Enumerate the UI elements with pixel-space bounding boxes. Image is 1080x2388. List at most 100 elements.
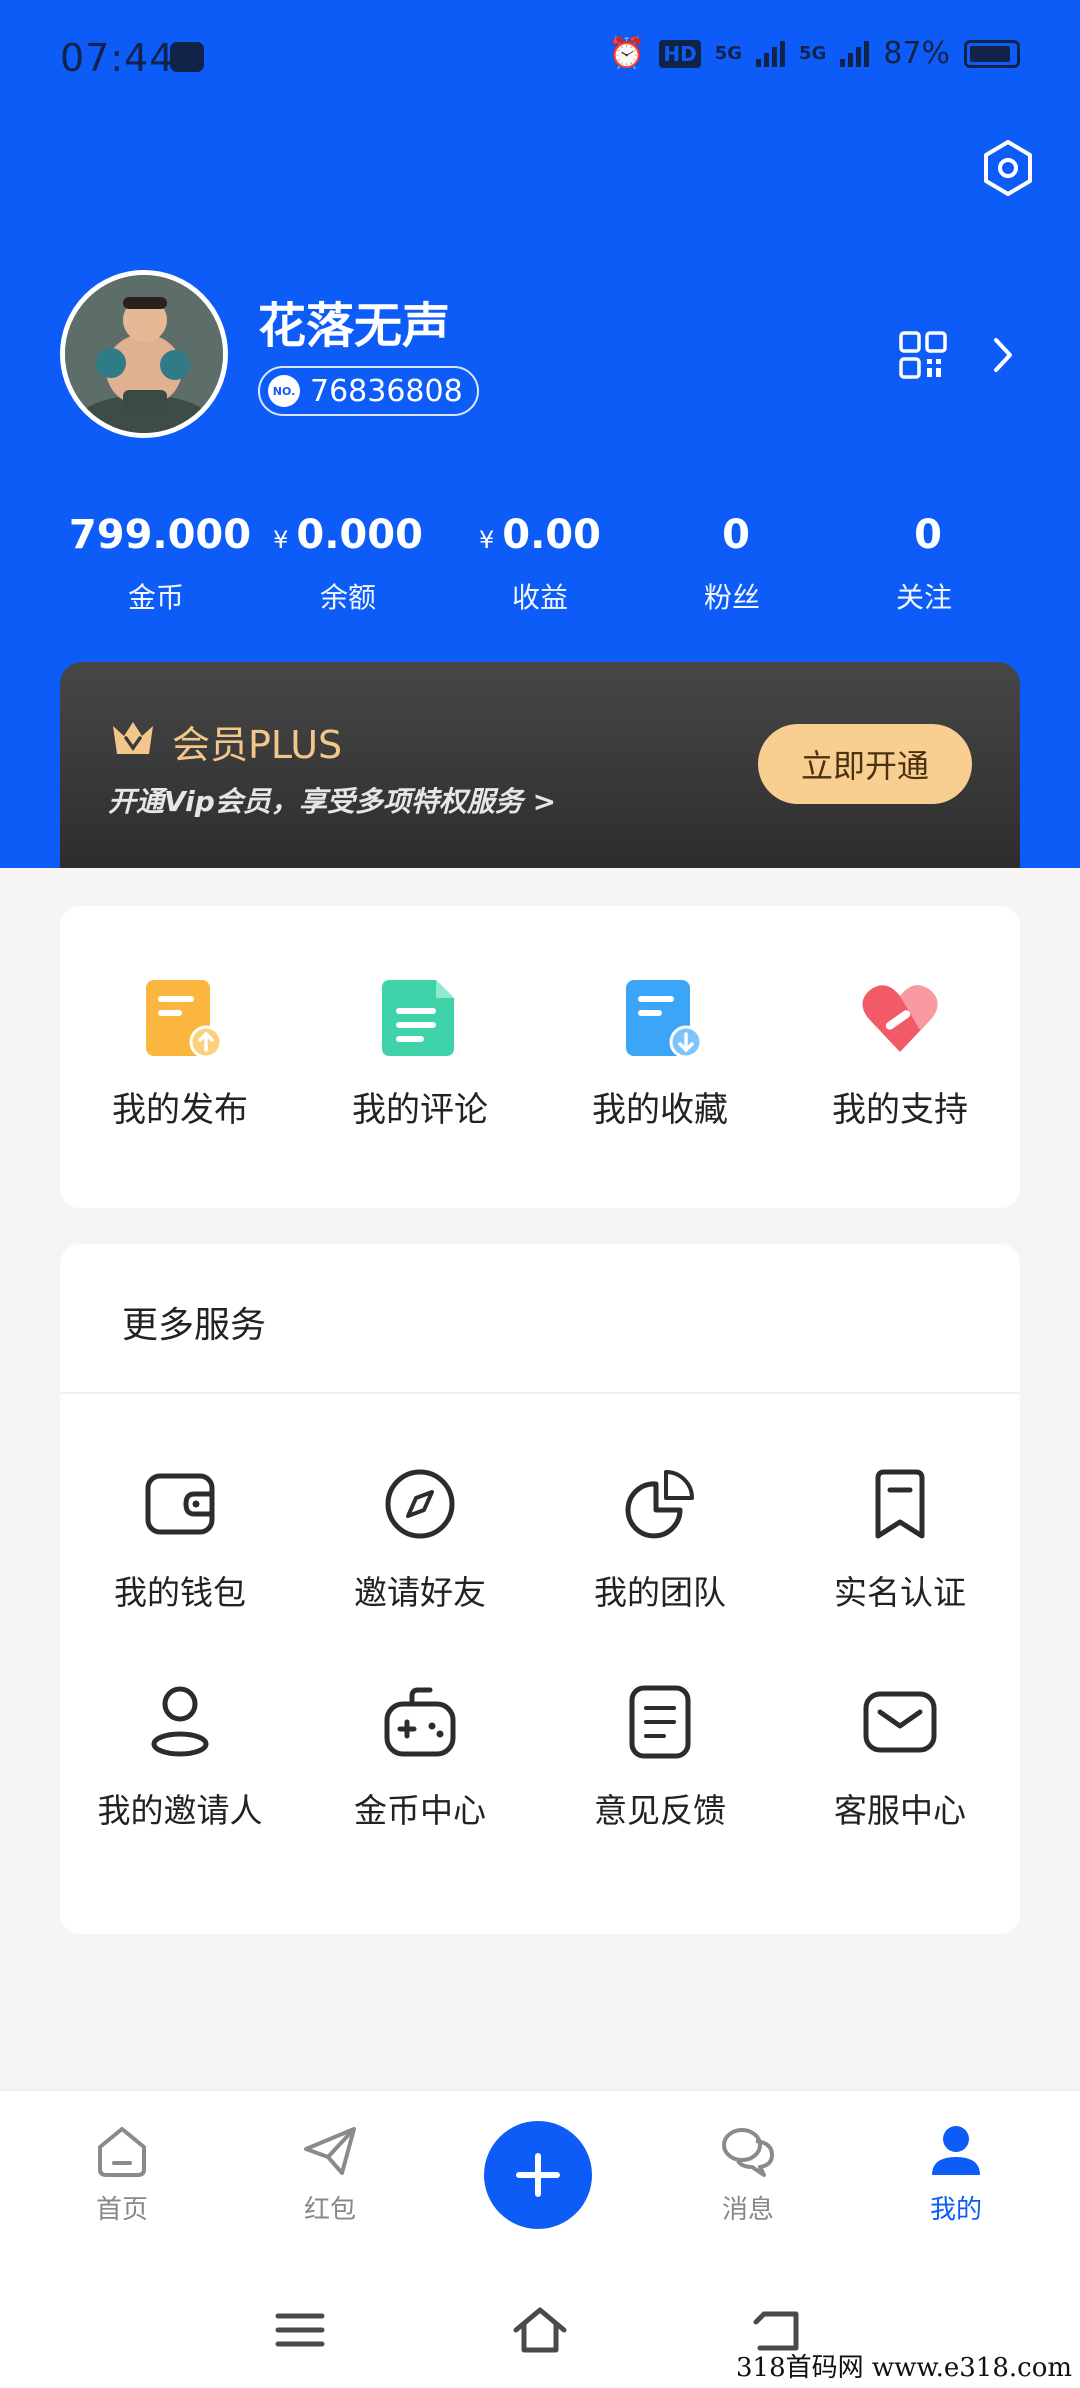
service-feedback[interactable]: 意见反馈 — [540, 1684, 780, 1832]
user-id-badge[interactable]: NO. 76836808 — [258, 366, 479, 416]
profile-page: 07:44 ⏰ HD 5G 5G 87% 花落无声 NO. 76836808 7… — [0, 0, 1080, 2388]
person-icon — [151, 1686, 209, 1757]
currency-symbol: ¥ — [273, 526, 289, 554]
service-label: 我的邀请人 — [97, 1791, 263, 1830]
service-label: 金币中心 — [354, 1791, 486, 1830]
stat-following[interactable]: 0 关注 — [828, 505, 1020, 616]
battery-percent: 87% — [883, 36, 950, 71]
tab-label: 红包 — [303, 2195, 356, 2225]
service-verification[interactable]: 实名认证 — [780, 1466, 1020, 1614]
stat-value: ¥0.000 — [252, 505, 444, 570]
quick-label: 我的发布 — [112, 1090, 248, 1130]
alarm-icon: ⏰ — [607, 36, 646, 71]
stat-label: 粉丝 — [703, 581, 760, 614]
service-my-team[interactable]: 我的团队 — [540, 1466, 780, 1614]
vip-banner[interactable]: 会员PLUS 开通Vip会员，享受多项特权服务 > 立即开通 — [60, 662, 1020, 868]
tab-label: 我的 — [929, 2195, 982, 2225]
stat-value: 0 — [828, 505, 1020, 570]
favorite-doc-icon — [626, 980, 702, 1059]
stat-number: 0.000 — [296, 512, 423, 558]
service-customer-support[interactable]: 客服中心 — [780, 1684, 1020, 1832]
service-label: 我的团队 — [594, 1573, 726, 1612]
status-time: 07:44 — [60, 36, 175, 80]
id-icon: NO. — [268, 375, 300, 407]
network-label-2: 5G — [799, 43, 827, 64]
service-wallet[interactable]: 我的钱包 — [60, 1466, 300, 1614]
stat-number: 0 — [722, 512, 750, 558]
stat-coins[interactable]: 799.000 金币 — [60, 505, 252, 616]
stat-number: 0.00 — [502, 512, 601, 558]
stat-balance[interactable]: ¥0.000 余额 — [252, 505, 444, 616]
quick-item-comments[interactable]: 我的评论 — [300, 976, 540, 1208]
open-vip-button[interactable]: 立即开通 — [758, 724, 972, 804]
signal-icon-2 — [840, 40, 870, 67]
status-bar: 07:44 ⏰ HD 5G 5G 87% — [0, 0, 1080, 120]
service-label: 客服中心 — [834, 1791, 966, 1830]
service-my-inviter[interactable]: 我的邀请人 — [60, 1684, 300, 1832]
wallet-icon — [145, 1473, 215, 1535]
service-label: 邀请好友 — [354, 1573, 486, 1612]
stat-earnings[interactable]: ¥0.00 收益 — [444, 505, 636, 616]
gamepad-icon — [384, 1687, 456, 1757]
stat-value: ¥0.00 — [444, 505, 636, 570]
tab-red-packet[interactable]: 红包 — [260, 2123, 400, 2226]
system-nav-bar: 318首码网 www.e318.com — [0, 2270, 1080, 2388]
service-coin-center[interactable]: 金币中心 — [300, 1684, 540, 1832]
currency-symbol: ¥ — [479, 526, 495, 554]
publish-doc-icon — [146, 980, 222, 1059]
paper-plane-icon — [304, 2127, 356, 2175]
battery-icon — [964, 39, 1020, 68]
stat-value: 0 — [636, 505, 828, 570]
crown-icon — [113, 722, 153, 754]
chat-icon — [722, 2128, 774, 2177]
username: 花落无声 — [258, 298, 451, 354]
avatar[interactable] — [60, 270, 228, 438]
stat-value: 799.000 — [60, 505, 252, 570]
quick-item-publish[interactable]: 我的发布 — [60, 976, 300, 1208]
quick-label: 我的支持 — [832, 1090, 968, 1130]
signal-icon — [756, 40, 785, 67]
notification-icon — [170, 42, 204, 72]
quick-actions-card: 我的发布 我的评论 我的收藏 我的支持 — [60, 906, 1020, 1208]
plus-icon — [516, 2153, 560, 2197]
tab-messages[interactable]: 消息 — [678, 2123, 818, 2226]
tab-label: 首页 — [95, 2195, 148, 2225]
avatar-image — [65, 275, 223, 433]
vip-subtitle[interactable]: 开通Vip会员，享受多项特权服务 > — [108, 780, 556, 820]
service-label: 我的钱包 — [114, 1573, 246, 1612]
qr-code-icon[interactable] — [898, 330, 948, 380]
stats-row: 799.000 金币 ¥0.000 余额 ¥0.00 收益 0 粉丝 0 关注 — [60, 505, 1020, 616]
note-icon — [629, 1685, 691, 1759]
divider — [60, 1392, 1020, 1394]
chevron-right-icon[interactable] — [988, 334, 1018, 376]
tab-mine[interactable]: 我的 — [886, 2123, 1026, 2226]
quick-item-favorites[interactable]: 我的收藏 — [540, 976, 780, 1208]
heart-icon — [862, 985, 938, 1052]
pie-chart-icon — [625, 1470, 694, 1539]
bottom-tab-bar: 首页 红包 消息 我的 — [0, 2090, 1080, 2270]
quick-label: 我的评论 — [352, 1090, 488, 1130]
status-indicators: ⏰ HD 5G 5G 87% — [608, 36, 1020, 71]
tab-label: 消息 — [721, 2195, 774, 2225]
watermark-text: 318首码网 www.e318.com — [736, 2353, 1072, 2383]
stat-label: 收益 — [511, 581, 568, 614]
stat-number: 799.000 — [68, 512, 252, 558]
stat-label: 金币 — [127, 581, 184, 614]
network-label-1: 5G — [714, 43, 742, 64]
create-post-button[interactable] — [484, 2121, 592, 2229]
bookmark-icon — [875, 1469, 925, 1539]
tab-home[interactable]: 首页 — [52, 2123, 192, 2226]
quick-label: 我的收藏 — [592, 1090, 728, 1130]
menu-icon[interactable] — [270, 2302, 330, 2358]
home-nav-icon[interactable] — [510, 2302, 570, 2358]
service-invite-friends[interactable]: 邀请好友 — [300, 1466, 540, 1614]
stat-label: 关注 — [895, 581, 952, 614]
stat-followers[interactable]: 0 粉丝 — [636, 505, 828, 616]
compass-icon — [385, 1469, 455, 1539]
user-icon — [932, 2126, 980, 2175]
quick-item-support[interactable]: 我的支持 — [780, 976, 1020, 1208]
settings-icon[interactable] — [978, 138, 1038, 198]
service-label: 实名认证 — [834, 1573, 966, 1612]
comment-doc-icon — [382, 980, 454, 1056]
services-grid: 我的钱包 邀请好友 我的团队 实名认证 我的邀请人 金币中心 意见反馈 客服中心 — [60, 1466, 1020, 1832]
